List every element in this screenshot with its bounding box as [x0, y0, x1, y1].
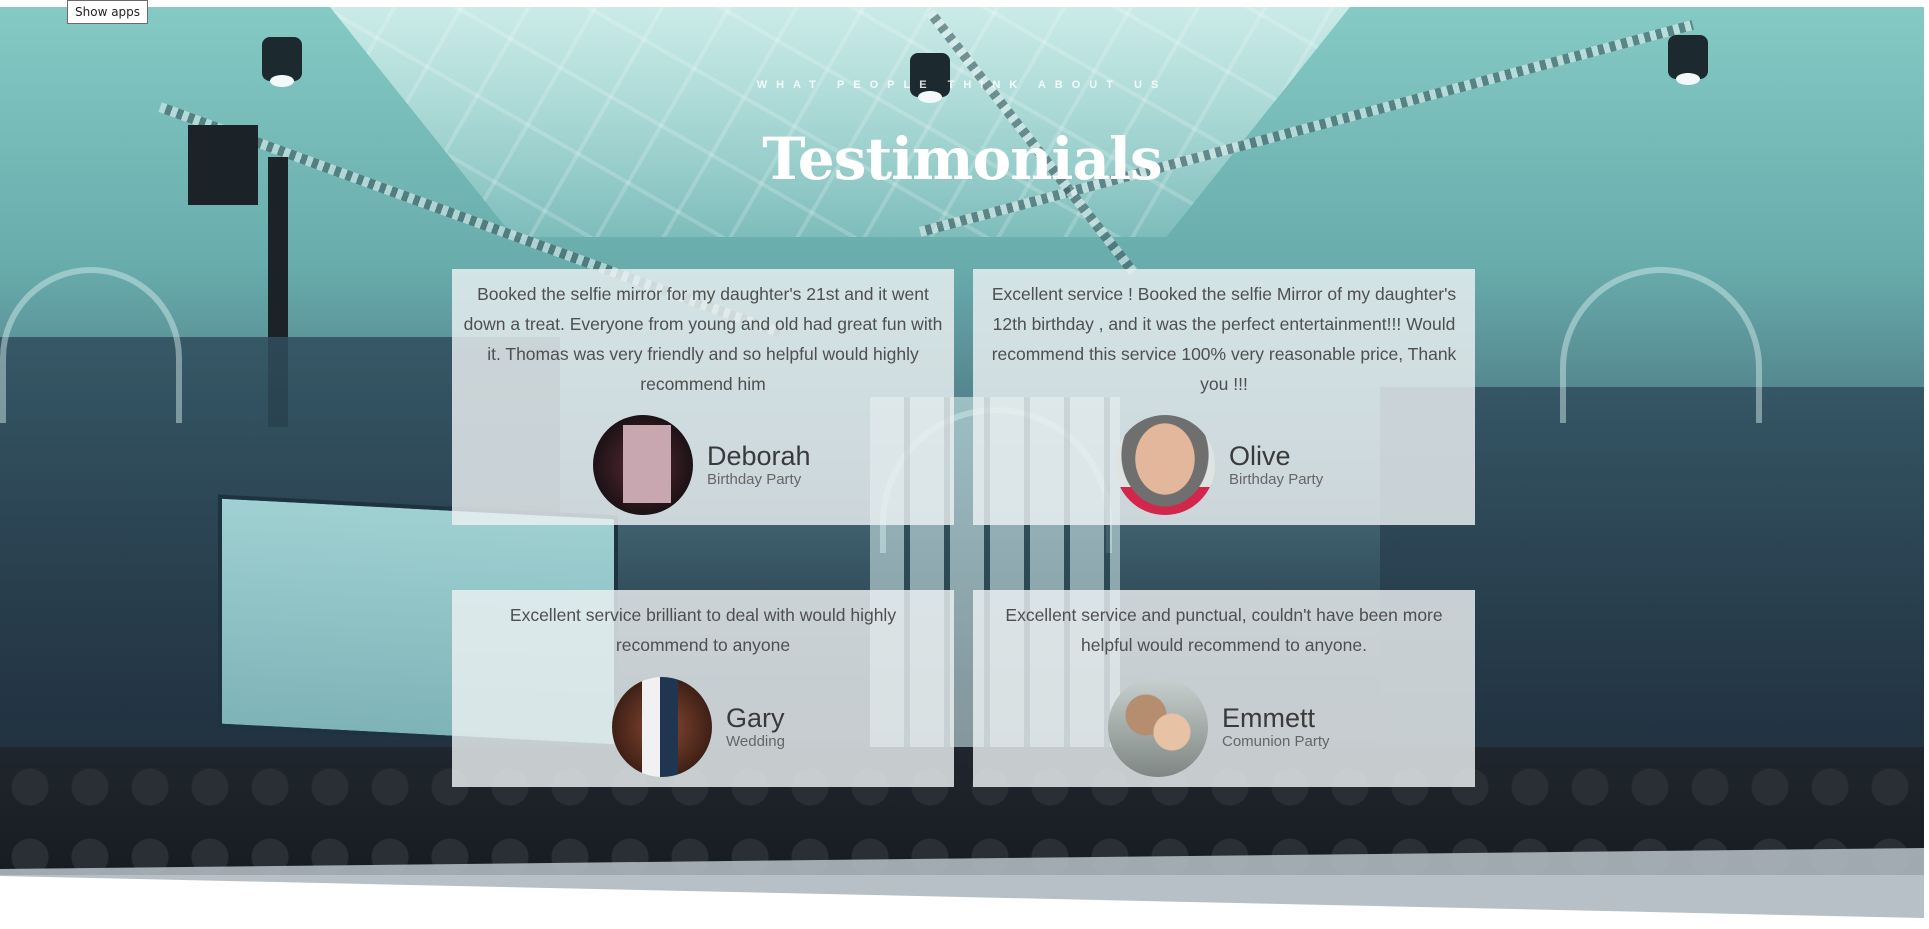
ceiling-skylight	[330, 7, 1350, 237]
testimonial-author: Deborah Birthday Party	[593, 415, 811, 515]
author-name: Deborah	[707, 441, 811, 471]
testimonial-card: Excellent service and punctual, couldn't…	[973, 590, 1475, 787]
avatar	[1108, 677, 1208, 777]
window-arch	[1560, 267, 1762, 423]
event-type: Birthday Party	[707, 471, 802, 488]
testimonial-quote: Excellent service brilliant to deal with…	[509, 605, 897, 655]
event-type: Comunion Party	[1222, 733, 1330, 750]
section-kicker: WHAT PEOPLE THINK ABOUT US	[756, 79, 1168, 91]
author-name: Gary	[726, 703, 785, 733]
event-type: Birthday Party	[1229, 471, 1324, 488]
testimonial-card: Booked the selfie mirror for my daughter…	[452, 269, 954, 525]
testimonial-author: Gary Wedding	[612, 677, 785, 777]
stage-light-icon	[1668, 35, 1708, 85]
section-title: Testimonials	[762, 125, 1162, 193]
avatar	[593, 415, 693, 515]
avatar	[612, 677, 712, 777]
author-name: Emmett	[1222, 703, 1316, 733]
avatar	[1115, 415, 1215, 515]
testimonial-card: Excellent service ! Booked the selfie Mi…	[973, 269, 1475, 525]
testimonial-author: Olive Birthday Party	[1115, 415, 1323, 515]
window-arch	[0, 267, 182, 423]
stage-light-icon	[262, 37, 302, 87]
testimonial-quote: Excellent service ! Booked the selfie Mi…	[991, 284, 1457, 394]
testimonial-quote: Excellent service and punctual, couldn't…	[1005, 605, 1443, 655]
testimonial-author: Emmett Comunion Party	[1108, 677, 1330, 777]
testimonial-card: Excellent service brilliant to deal with…	[452, 590, 954, 787]
testimonial-quote: Booked the selfie mirror for my daughter…	[463, 284, 943, 394]
event-type: Wedding	[726, 733, 785, 750]
show-apps-tooltip: Show apps	[67, 0, 149, 24]
author-name: Olive	[1229, 441, 1291, 471]
